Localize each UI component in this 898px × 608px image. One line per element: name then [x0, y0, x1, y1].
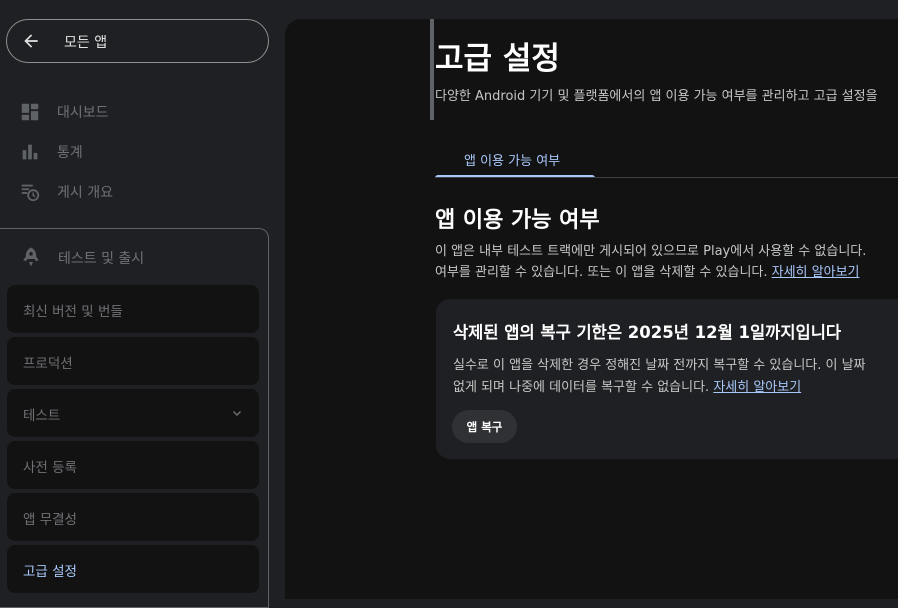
sidebar-item-label: 고급 설정 — [23, 564, 77, 580]
sidebar-item-label: 사전 등록 — [23, 460, 77, 476]
section-description: 이 앱은 내부 테스트 트랙에만 게시되어 있으므로 Play에서 사용할 수 … — [435, 241, 866, 283]
sidebar-item-label: 프로덕션 — [23, 356, 73, 372]
sidebar-item-advanced-settings[interactable]: 고급 설정 — [7, 545, 259, 593]
card-desc-line-1: 실수로 이 앱을 삭제한 경우 정해진 날짜 전까지 복구할 수 있습니다. 이… — [453, 358, 866, 373]
bar-chart-icon — [22, 144, 38, 160]
section-label: 테스트 및 출시 — [58, 251, 145, 267]
section-header-test-and-release[interactable]: 테스트 및 출시 — [0, 236, 268, 278]
sidebar-item-label: 최신 버전 및 번들 — [23, 304, 123, 320]
section-desc-line-1: 이 앱은 내부 테스트 트랙에만 게시되어 있으므로 Play에서 사용할 수 … — [435, 244, 867, 259]
rocket-icon — [23, 247, 39, 267]
page-title: 고급 설정 — [435, 41, 560, 77]
tab-app-availability[interactable]: 앱 이용 가능 여부 — [435, 145, 595, 178]
sidebar-item-app-integrity[interactable]: 앱 무결성 — [7, 493, 259, 541]
main-content: 고급 설정 다양한 Android 기기 및 플랫폼에서의 앱 이용 가능 여부… — [285, 19, 898, 599]
page-description: 다양한 Android 기기 및 플랫폼에서의 앱 이용 가능 여부를 관리하고… — [435, 89, 878, 104]
section-title: 앱 이용 가능 여부 — [435, 208, 600, 233]
publishing-overview-icon — [21, 184, 40, 202]
learn-more-link[interactable]: 자세히 알아보기 — [772, 265, 860, 280]
card-desc-line-2-text: 없게 되며 나중에 데이터를 복구할 수 없습니다. — [453, 380, 710, 395]
tab-label: 앱 이용 가능 여부 — [464, 154, 561, 169]
sidebar-item-label: 게시 개요 — [57, 185, 113, 201]
sidebar-item-testing[interactable]: 테스트 — [7, 389, 259, 437]
card-title: 삭제된 앱의 복구 기한은 2025년 12월 1일까지입니다 — [453, 323, 842, 342]
sidebar-item-publishing-overview[interactable]: 게시 개요 — [0, 171, 270, 211]
sidebar-item-statistics[interactable]: 통계 — [0, 131, 270, 171]
section-desc-line-2: 여부를 관리할 수 있습니다. 또는 이 앱을 삭제할 수 있습니다. 자세히 … — [435, 262, 866, 283]
card-description: 실수로 이 앱을 삭제한 경우 정해진 날짜 전까지 복구할 수 있습니다. 이… — [453, 355, 866, 399]
sidebar-item-label: 통계 — [57, 145, 83, 161]
sidebar-item-dashboard[interactable]: 대시보드 — [0, 91, 270, 131]
sidebar: 모든 앱 대시보드 통계 게시 개요 테스트 및 출시 최신 버전 및 번들 프… — [0, 0, 280, 608]
card-desc-line-2: 없게 되며 나중에 데이터를 복구할 수 없습니다. 자세히 알아보기 — [453, 377, 866, 399]
arrow-back-icon — [24, 34, 38, 48]
chevron-down-icon — [233, 411, 241, 416]
sidebar-item-production[interactable]: 프로덕션 — [7, 337, 259, 385]
card-learn-more-link[interactable]: 자세히 알아보기 — [713, 380, 801, 395]
sidebar-item-pre-registration[interactable]: 사전 등록 — [7, 441, 259, 489]
all-apps-label: 모든 앱 — [64, 35, 108, 51]
restore-deadline-card: 삭제된 앱의 복구 기한은 2025년 12월 1일까지입니다 실수로 이 앱을… — [436, 299, 898, 459]
section-desc-line-2-text: 여부를 관리할 수 있습니다. 또는 이 앱을 삭제할 수 있습니다. — [435, 265, 768, 280]
all-apps-back-button[interactable]: 모든 앱 — [6, 19, 269, 63]
sidebar-item-label: 앱 무결성 — [23, 512, 77, 528]
tabs-divider — [435, 177, 898, 178]
title-accent-bar — [430, 19, 434, 120]
sidebar-item-label: 대시보드 — [57, 105, 109, 121]
restore-app-button[interactable]: 앱 복구 — [452, 410, 517, 443]
dashboard-icon — [21, 103, 39, 121]
sidebar-item-label: 테스트 — [23, 408, 61, 424]
sidebar-item-latest-releases[interactable]: 최신 버전 및 번들 — [7, 285, 259, 333]
